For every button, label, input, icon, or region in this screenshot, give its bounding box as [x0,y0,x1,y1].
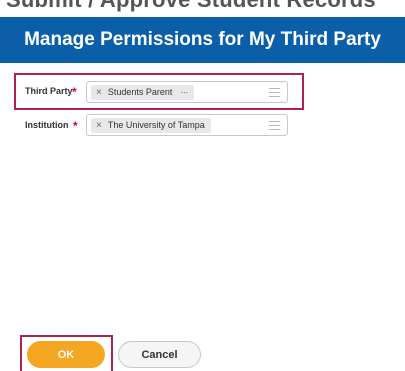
institution-pill: × The University of Tampa [91,118,211,133]
top-cutoff-text: Submit / Approve Student Records [6,0,376,13]
ok-button[interactable]: OK [27,341,105,368]
cancel-button[interactable]: Cancel [118,341,201,368]
third-party-input[interactable]: × Students Parent ··· [86,81,288,103]
more-options-icon[interactable]: ··· [180,85,188,100]
third-party-label: Third Party [25,86,73,96]
third-party-value: Students Parent [107,87,173,97]
institution-label: Institution [25,120,69,130]
institution-input[interactable]: × The University of Tampa [86,114,288,136]
third-party-pill: × Students Parent ··· [91,85,194,100]
remove-icon[interactable]: × [96,118,102,133]
institution-value: The University of Tampa [107,120,205,130]
list-icon[interactable] [269,120,280,131]
third-party-required-mark: * [72,85,77,99]
list-icon[interactable] [269,87,280,98]
page-title: Manage Permissions for My Third Party [24,29,381,50]
top-cutoff-strip: Submit / Approve Student Records [0,0,405,17]
institution-required-mark: * [73,119,78,133]
remove-icon[interactable]: × [96,85,102,100]
dialog-header: Manage Permissions for My Third Party [0,17,405,63]
